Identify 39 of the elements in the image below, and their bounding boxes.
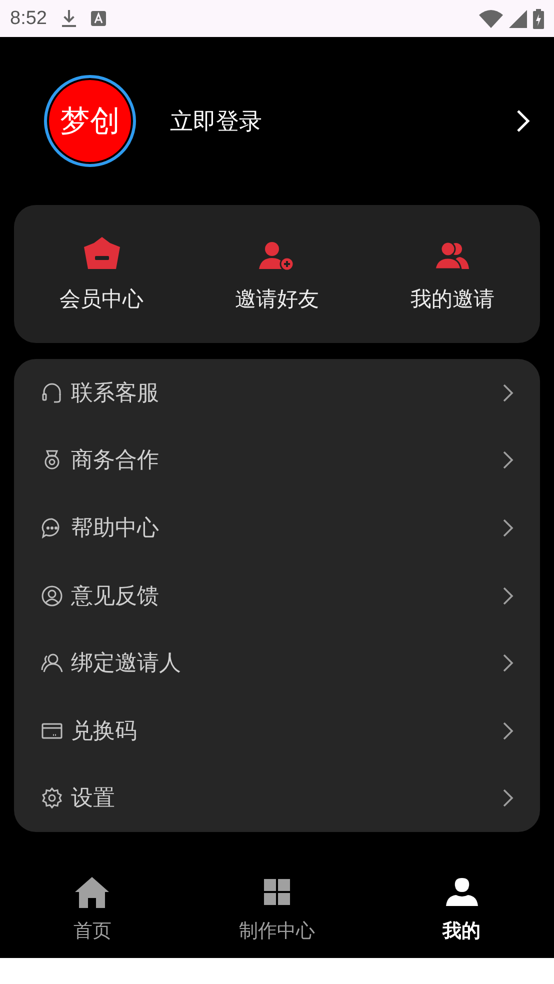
menu-item[interactable]: 兑换码 <box>14 696 540 765</box>
wifi-icon <box>479 10 503 28</box>
settings-icon <box>41 787 63 810</box>
menu-item[interactable]: 设置 <box>14 764 540 832</box>
menu-item[interactable]: 绑定邀请人 <box>14 629 540 697</box>
battery-icon <box>533 8 544 28</box>
quick-action[interactable]: 邀请好友 <box>189 205 365 343</box>
nav-tab[interactable]: 我的 <box>369 868 554 958</box>
chevron-right-icon <box>502 518 514 538</box>
chevron-right-icon <box>502 586 514 606</box>
signal-icon <box>509 10 527 28</box>
nav-tab[interactable]: 制作中心 <box>184 868 370 958</box>
chevron-right-icon <box>502 720 514 741</box>
chevron-right-icon <box>502 382 514 403</box>
user-circle-icon <box>41 584 63 607</box>
quick-action[interactable]: 会员中心 <box>14 205 190 343</box>
basket-icon <box>82 237 122 271</box>
menu-item[interactable]: 商务合作 <box>14 426 540 494</box>
menu-item[interactable]: 意见反馈 <box>14 562 540 630</box>
menu-item[interactable]: 联系客服 <box>14 359 540 427</box>
app-logo: 梦创 <box>44 75 136 167</box>
nav-tab[interactable]: 首页 <box>0 868 185 958</box>
chevron-right-icon[interactable] <box>516 109 530 133</box>
chevron-right-icon <box>502 653 514 674</box>
grid-icon <box>264 879 290 906</box>
chevron-right-icon <box>502 450 514 470</box>
users-outline-icon <box>41 652 63 674</box>
add-user-icon <box>258 241 295 271</box>
headset-icon <box>41 382 63 404</box>
login-link[interactable]: 立即登录 <box>170 106 262 136</box>
chevron-right-icon <box>502 788 514 808</box>
status-time: 8:52 <box>10 8 47 30</box>
keyboard-icon <box>90 11 106 26</box>
person-icon <box>446 878 478 906</box>
users-icon <box>434 241 470 271</box>
home-icon <box>74 876 110 908</box>
download-icon <box>60 10 77 28</box>
quick-action[interactable]: 我的邀请 <box>364 205 540 343</box>
menu-item[interactable]: 帮助中心 <box>14 494 540 562</box>
